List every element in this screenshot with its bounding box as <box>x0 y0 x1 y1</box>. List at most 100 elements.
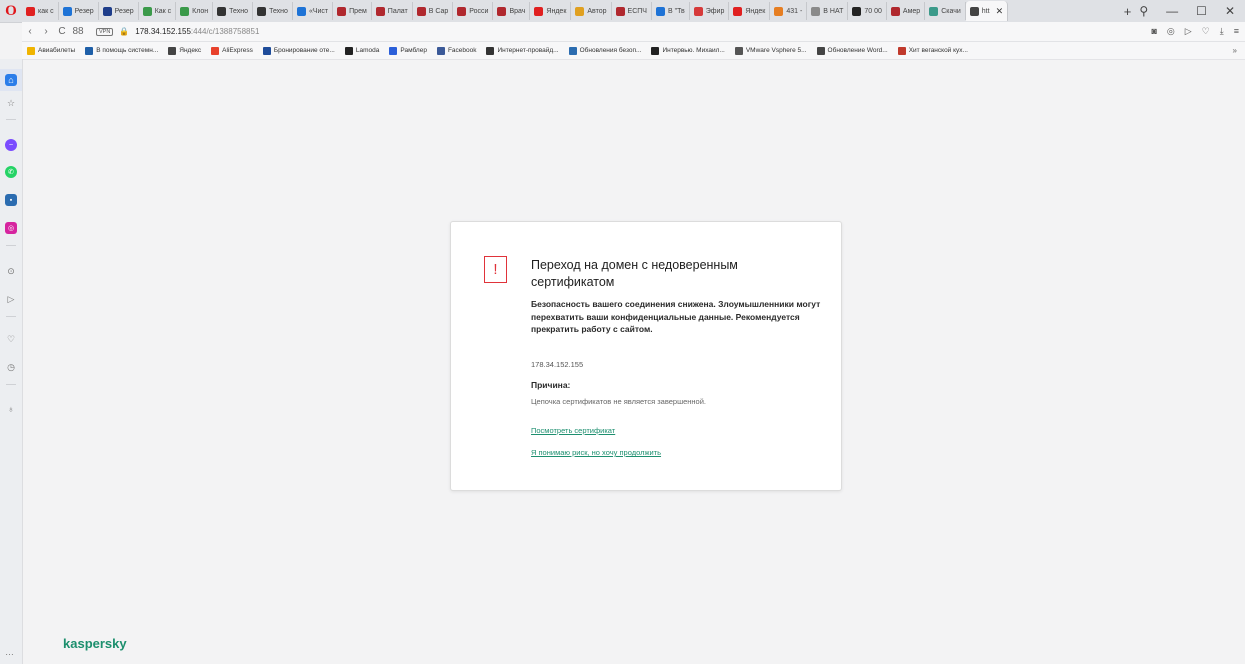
browser-tab[interactable]: «Чист <box>293 2 334 20</box>
browser-tab[interactable]: Прем <box>333 2 372 20</box>
bookmark-item[interactable]: Обновление Word... <box>812 46 893 55</box>
download-icon[interactable]: ⤓ <box>1220 26 1224 37</box>
url-field[interactable]: 178.34.152.155:444/c/1388758851 <box>135 27 259 36</box>
bookmarks-sidebar-icon[interactable]: ☆ <box>5 97 17 109</box>
heart-icon[interactable]: ♡ <box>1202 26 1210 37</box>
bookmark-item[interactable]: AliExpress <box>206 46 258 55</box>
browser-tab[interactable]: Эфир <box>690 2 730 20</box>
bookmark-favicon-icon <box>262 46 271 55</box>
send-icon[interactable]: ▷ <box>1185 26 1192 37</box>
browser-tab[interactable]: Автор <box>571 2 612 20</box>
bookmark-favicon-icon <box>734 46 743 55</box>
tab-label: ЕСПЧ <box>627 7 647 15</box>
tab-label: В Сар <box>428 7 449 15</box>
speed-dial-button[interactable]: 88 <box>70 26 86 37</box>
url-path: :444/c/1388758851 <box>190 27 260 36</box>
bookmark-item[interactable]: Рамблер <box>384 46 432 55</box>
browser-tab[interactable]: Резер <box>59 2 99 20</box>
home-icon[interactable]: ⌂ <box>5 74 17 86</box>
tab-favicon-icon <box>534 6 544 16</box>
bookmark-item[interactable]: VMware Vsphere 5... <box>730 46 812 55</box>
tab-favicon-icon <box>733 6 743 16</box>
browser-tab[interactable]: Яндек <box>530 2 572 20</box>
minimize-button[interactable]: — <box>1166 4 1178 18</box>
browser-tab[interactable]: Врач <box>493 2 531 20</box>
tab-label: Автор <box>587 7 607 15</box>
browser-tab[interactable]: ЕСПЧ <box>612 2 652 20</box>
vpn-badge[interactable]: VPN <box>96 27 114 36</box>
browser-tab[interactable]: Клон <box>176 2 214 20</box>
browser-tab[interactable]: Техно <box>213 2 254 20</box>
tab-strip: O как с Резер Резер Как с Клон Техно Техно «Чис… <box>0 0 1245 23</box>
tab-label: В "Тв <box>667 7 685 15</box>
browser-tab[interactable]: 70 00 <box>848 2 887 20</box>
bookmarks-more-button[interactable]: » <box>1233 46 1245 55</box>
browser-tab[interactable]: В "Тв <box>652 2 690 20</box>
bookmark-item[interactable]: Яндекс <box>163 46 206 55</box>
bookmark-item[interactable]: Facebook <box>432 46 482 55</box>
browser-tab[interactable]: В НАТ <box>807 2 849 20</box>
active-browser-tab[interactable]: htt ✕ <box>965 1 1009 21</box>
easy-setup-icon[interactable]: ≡ <box>1234 26 1239 37</box>
favorites-icon[interactable]: ♡ <box>5 333 17 345</box>
bookmark-favicon-icon <box>211 46 220 55</box>
browser-tab[interactable]: 431 - <box>770 2 808 20</box>
close-tab-icon[interactable]: ✕ <box>996 6 1004 17</box>
sidebar-more-icon[interactable]: … <box>5 647 14 657</box>
player-icon[interactable]: ⊙ <box>5 265 17 277</box>
flow-icon[interactable]: ▷ <box>5 293 17 305</box>
tab-favicon-icon <box>575 6 585 16</box>
browser-tab[interactable]: Яндек <box>729 2 771 20</box>
tab-label: Прем <box>349 7 367 15</box>
browser-tab[interactable]: как с <box>22 2 59 20</box>
close-window-button[interactable]: ✕ <box>1225 4 1235 18</box>
browser-tab[interactable]: Росси <box>453 2 494 20</box>
browser-tab[interactable]: Техно <box>253 2 293 20</box>
browser-tab[interactable]: Скачи <box>925 2 966 20</box>
opera-menu-button[interactable]: O <box>0 0 22 22</box>
bookmark-item[interactable]: Бронирование оте... <box>258 46 340 55</box>
tab-favicon-icon <box>852 6 862 16</box>
dialog-ip-address: 178.34.152.155 <box>531 360 584 369</box>
proceed-anyway-link[interactable]: Я понимаю риск, но хочу продолжить <box>531 448 661 457</box>
bookmark-item[interactable]: Авиабилеты <box>22 46 80 55</box>
maximize-button[interactable]: ☐ <box>1196 4 1207 18</box>
back-button[interactable]: ‹ <box>22 26 38 37</box>
sidebar: ⌂ ☆ ~ ✆ ▪ ◎ ⊙ ▷ ♡ ◷ ♁ <box>0 59 23 664</box>
tab-label: Амер <box>902 7 921 15</box>
instagram-icon[interactable]: ◎ <box>5 222 17 234</box>
browser-tab[interactable]: Резер <box>99 2 139 20</box>
lock-icon[interactable]: 🔒 <box>119 27 129 36</box>
reload-button[interactable]: C <box>54 26 70 37</box>
bookmark-item[interactable]: Обновления безоп... <box>564 46 647 55</box>
bookmark-item[interactable]: Интервью. Михаил... <box>646 46 729 55</box>
bookmark-item[interactable]: В помощь системн... <box>80 46 163 55</box>
tab-favicon-icon <box>296 6 306 16</box>
tab-favicon-icon <box>969 6 979 16</box>
tab-label: Росси <box>469 7 489 15</box>
bookmark-item[interactable]: Хит веганской кух... <box>893 46 973 55</box>
snapshot-icon[interactable]: ◙ <box>1151 26 1156 37</box>
bookmark-list: Авиабилеты В помощь системн... Яндекс AliEx… <box>22 46 973 55</box>
adblock-icon[interactable]: ◎ <box>1167 26 1175 37</box>
tab-label: Врач <box>509 7 526 15</box>
bookmark-label: Lamoda <box>355 47 380 54</box>
bookmark-item[interactable]: Интернет-провайд... <box>481 46 563 55</box>
vk-icon[interactable]: ▪ <box>5 194 17 206</box>
messenger-icon[interactable]: ~ <box>5 139 17 151</box>
tab-search-icon[interactable]: ⚲ <box>1139 4 1148 18</box>
browser-tab[interactable]: Палат <box>372 2 413 20</box>
bookmark-item[interactable]: Lamoda <box>340 46 385 55</box>
bookmark-favicon-icon <box>568 46 577 55</box>
personal-news-icon[interactable]: ♁ <box>5 403 17 415</box>
view-certificate-link[interactable]: Посмотреть сертификат <box>531 426 615 435</box>
forward-button[interactable]: › <box>38 26 54 37</box>
whatsapp-icon[interactable]: ✆ <box>5 166 17 178</box>
tab-label: 70 00 <box>864 7 882 15</box>
browser-tab[interactable]: Амер <box>887 2 926 20</box>
history-icon[interactable]: ◷ <box>5 361 17 373</box>
bookmark-label: Авиабилеты <box>38 47 76 54</box>
browser-tab[interactable]: В Сар <box>413 2 454 20</box>
browser-tab[interactable]: Как с <box>139 2 177 20</box>
new-tab-button[interactable]: + <box>1116 4 1140 19</box>
